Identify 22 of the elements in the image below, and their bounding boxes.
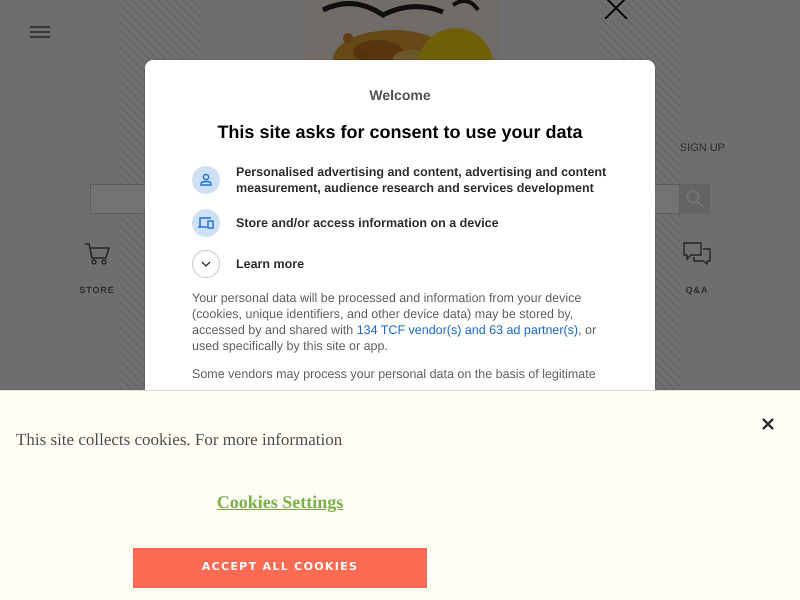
learn-more-toggle[interactable] — [192, 250, 220, 278]
devices-icon — [192, 209, 220, 237]
cookies-settings-link[interactable]: Cookies Settings — [216, 488, 344, 516]
body-paragraph: Some vendors may process your personal data on the basis of legitimate — [192, 366, 597, 382]
person-icon — [192, 166, 220, 194]
purpose-label: Store and/or access information on a device — [236, 215, 499, 231]
learn-more-label[interactable]: Learn more — [236, 254, 304, 274]
chevron-down-icon — [201, 261, 211, 267]
sign-up-link[interactable]: SIGN UP — [680, 140, 725, 156]
speech-bubbles-icon — [683, 242, 711, 266]
dialog-title: This site asks for consent to use your data — [217, 121, 583, 144]
dialog-subtitle: Welcome — [369, 86, 431, 105]
menu-icon[interactable] — [30, 26, 50, 38]
cookie-message: This site collects cookies. For more information — [16, 429, 344, 451]
accept-all-cookies-button[interactable]: ACCEPT ALL COOKIES — [133, 548, 427, 588]
close-icon[interactable] — [762, 418, 774, 430]
vendors-link[interactable]: 134 TCF vendor(s) and 63 ad partner(s) — [356, 323, 578, 337]
body-paragraph: Your personal data will be processed and information from your device (cookies, unique identifiers, and other device data) may be stored by, accessed by and shared with 134 TCF vendor(s) and 63 ad partner(s), or used specifically by this site or app. — [192, 290, 598, 354]
nav-label[interactable]: Q&A — [686, 284, 708, 297]
purpose-label: Personalised advertising and content, advertising and content measurement, audience research and services development — [236, 164, 608, 196]
nav-label[interactable]: STORE — [79, 284, 115, 297]
cart-icon — [84, 242, 110, 266]
